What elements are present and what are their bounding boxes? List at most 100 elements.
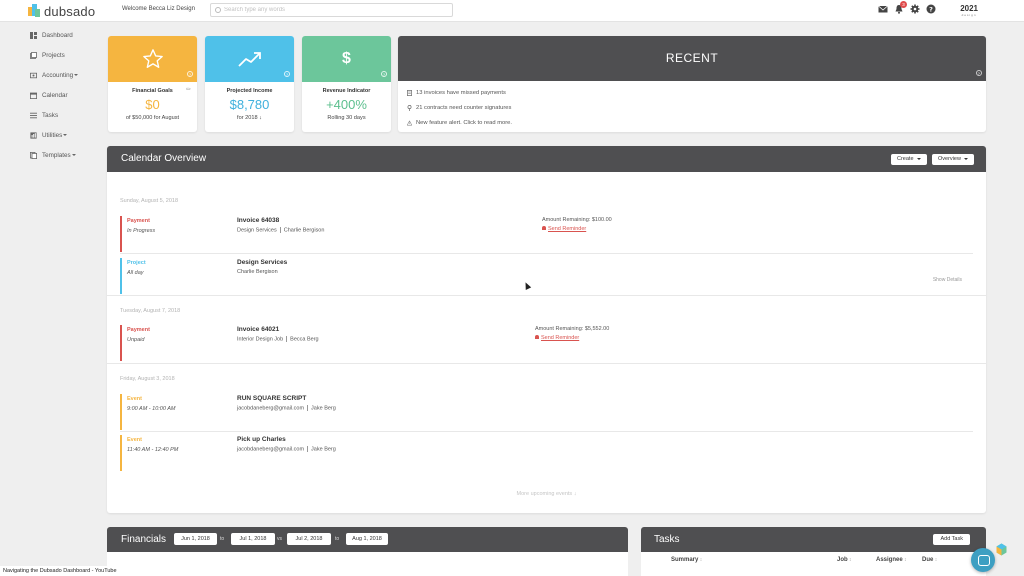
divider	[107, 295, 986, 296]
sidebar-item-label: Utilities	[42, 131, 63, 139]
calendar-event[interactable]: Project All day Design Services Charlie …	[120, 258, 973, 294]
search-bar[interactable]	[210, 3, 453, 17]
mail-icon[interactable]	[878, 4, 888, 14]
chevron-down-icon	[916, 157, 921, 160]
sidebar-item-label: Calendar	[42, 91, 68, 99]
sidebar-item-tasks[interactable]: Tasks	[24, 105, 106, 125]
event-meta: jacobdaneberg@gmail.com Jake Berg	[237, 446, 336, 452]
app-logo[interactable]: dubsado	[28, 3, 95, 19]
event-type: Project	[127, 260, 146, 266]
notifications-icon[interactable]: 3	[894, 1, 907, 14]
star-icon	[142, 49, 163, 68]
projects-icon	[30, 51, 37, 59]
tasks-panel: Tasks Add Task Summary Job Assignee Due	[641, 527, 986, 576]
brand-badge: 2021 design	[960, 4, 978, 17]
calendar-event[interactable]: Payment In Progress Invoice 64038 Design…	[120, 216, 973, 252]
column-summary[interactable]: Summary	[671, 557, 702, 563]
svg-text:?: ?	[929, 5, 933, 13]
date-heading: Tuesday, August 7, 2018	[120, 308, 181, 314]
info-icon[interactable]: ?	[381, 71, 387, 77]
sidebar-item-dashboard[interactable]: Dashboard	[24, 25, 106, 45]
overview-button-label: Overview	[938, 156, 961, 162]
separator	[279, 227, 281, 233]
info-icon[interactable]: ?	[187, 71, 193, 77]
dashboard-icon	[30, 31, 37, 39]
recent-item[interactable]: 21 contracts need counter signatures	[407, 100, 986, 115]
tasks-icon	[30, 112, 37, 119]
sidebar-item-utilities[interactable]: Utilities	[24, 125, 106, 145]
date-range-a-end[interactable]: Jul 1, 2018	[231, 533, 275, 545]
brand-badge-sub: design	[961, 13, 977, 17]
tasks-header: Tasks Add Task	[641, 527, 986, 552]
sidebar-item-label: Accounting	[42, 71, 74, 79]
card-value: $8,780	[229, 97, 270, 112]
event-color-bar	[120, 258, 122, 294]
event-type: Event	[127, 396, 142, 402]
date-range-a-start[interactable]: Jun 1, 2018	[174, 533, 217, 545]
event-title: RUN SQUARE SCRIPT	[237, 395, 307, 402]
sidebar-item-calendar[interactable]: Calendar	[24, 85, 106, 105]
info-icon[interactable]: ?	[284, 71, 290, 77]
recent-item-text: New feature alert. Click to read more.	[416, 119, 513, 126]
overview-button[interactable]: Overview	[932, 154, 974, 165]
recent-item-text: 21 contracts need counter signatures	[416, 104, 512, 111]
sidebar-item-templates[interactable]: Templates	[24, 145, 106, 165]
revenue-indicator-card[interactable]: $ ? Revenue Indicator +400% Rolling 30 d…	[302, 36, 391, 132]
gear-icon[interactable]	[910, 4, 920, 14]
event-client: Charlie Bergison	[283, 227, 325, 234]
show-details-link[interactable]: Show Details	[933, 277, 962, 283]
event-type: Payment	[127, 218, 150, 224]
column-job[interactable]: Job	[837, 557, 852, 563]
help-icon[interactable]: ?	[926, 4, 936, 14]
date-range-b-end[interactable]: Aug 1, 2018	[346, 533, 388, 545]
calendar-event[interactable]: Payment Unpaid Invoice 64021 Interior De…	[120, 325, 973, 361]
search-input[interactable]	[224, 5, 449, 15]
calendar-event[interactable]: Event 11:40 AM - 12:40 PM Pick up Charle…	[120, 435, 973, 471]
add-task-button[interactable]: Add Task	[933, 534, 970, 545]
projected-income-card[interactable]: ? Projected Income $8,780 for 2018 ↓	[205, 36, 294, 132]
recent-item[interactable]: New feature alert. Click to read more.	[407, 115, 986, 130]
separator	[286, 336, 288, 342]
send-reminder-link[interactable]: Send Reminder	[535, 335, 579, 341]
info-icon[interactable]: ?	[976, 70, 982, 76]
recent-item[interactable]: 13 invoices have missed payments	[407, 85, 986, 100]
event-title: Pick up Charles	[237, 436, 286, 443]
chevron-down-icon	[963, 157, 968, 160]
chevron-down-icon	[63, 134, 68, 136]
more-upcoming-events-link[interactable]: More upcoming events ↓	[107, 491, 986, 497]
accounting-icon	[30, 72, 37, 79]
event-status: Unpaid	[127, 337, 145, 343]
calendar-event[interactable]: Event 9:00 AM - 10:00 AM RUN SQUARE SCRI…	[120, 394, 973, 430]
card-label: Revenue Indicator	[322, 88, 371, 94]
sidebar-item-accounting[interactable]: Accounting	[24, 65, 106, 85]
event-color-bar	[120, 394, 122, 430]
top-bar: dubsado Welcome Becca Liz Design 3 ? 202…	[0, 0, 1024, 22]
range-to-label: to	[335, 536, 340, 542]
create-button[interactable]: Create	[891, 154, 927, 165]
event-type: Event	[127, 437, 142, 443]
event-status: In Progress	[127, 228, 156, 234]
sidebar-item-projects[interactable]: Projects	[24, 45, 106, 65]
tasks-title: Tasks	[654, 534, 680, 545]
calendar-icon	[30, 92, 37, 99]
create-button-label: Create	[897, 156, 914, 162]
logo-text: dubsado	[44, 3, 96, 19]
recent-panel: RECENT ? 13 invoices have missed payment…	[398, 36, 986, 132]
financial-goals-card[interactable]: ? Financial Goals $0 of $50,000 for Augu…	[108, 36, 197, 132]
recent-item-text: 13 invoices have missed payments	[416, 89, 506, 96]
welcome-text: Welcome Becca Liz Design	[122, 6, 195, 12]
column-due[interactable]: Due	[922, 557, 937, 563]
templates-icon	[30, 151, 37, 159]
column-assignee[interactable]: Assignee	[876, 557, 907, 563]
utilities-icon	[30, 131, 37, 139]
date-range-b-start[interactable]: Jul 2, 2018	[287, 533, 331, 545]
event-status: 11:40 AM - 12:40 PM	[127, 447, 179, 453]
edit-icon[interactable]: ✏	[186, 86, 191, 93]
card-value: $0	[145, 97, 160, 112]
financials-panel: Financials Jun 1, 2018 to Jul 1, 2018 vs…	[107, 527, 628, 576]
chat-icon[interactable]	[971, 548, 995, 572]
calendar-overview-panel: Calendar Overview Create Overview Sunday…	[107, 146, 986, 513]
invoice-icon	[407, 89, 412, 96]
send-reminder-link[interactable]: Send Reminder	[542, 226, 586, 232]
event-title: Design Services	[237, 259, 288, 266]
